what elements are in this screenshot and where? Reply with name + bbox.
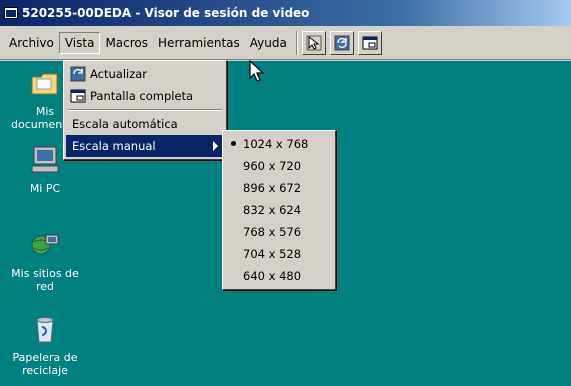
menu-item-label: Pantalla completa (90, 89, 194, 103)
scale-option-label: 896 x 672 (243, 181, 302, 195)
refresh-icon (70, 66, 86, 82)
scale-option-640x480[interactable]: 640 x 480 (225, 265, 333, 287)
scale-option-896x672[interactable]: 896 x 672 (225, 177, 333, 199)
fullscreen-icon (362, 36, 378, 49)
menu-herramientas[interactable]: Herramientas (153, 33, 245, 53)
desktop-icon-papelera[interactable]: Papelera de reciclaje (8, 313, 82, 377)
scale-option-label: 704 x 528 (243, 247, 302, 261)
escala-manual-submenu: 1024 x 768 960 x 720 896 x 672 832 x 624… (222, 130, 336, 290)
align-mouse-button[interactable] (301, 30, 326, 55)
desktop-icon-label: Mis sitios de red (11, 267, 79, 293)
menu-separator (68, 109, 222, 111)
menu-item-escala-automatica[interactable]: Escala automática (66, 113, 224, 135)
computer-icon (31, 146, 59, 173)
scale-option-704x528[interactable]: 704 x 528 (225, 243, 333, 265)
desktop-icon-mis-sitios-de-red[interactable]: Mis sitios de red (8, 229, 82, 293)
network-icon (31, 234, 59, 255)
app-window-icon (4, 7, 18, 19)
scale-option-960x720[interactable]: 960 x 720 (225, 155, 333, 177)
desktop-icon-label: Mi PC (29, 182, 61, 195)
recycle-bin-icon (36, 317, 54, 343)
menu-item-label: Escala manual (72, 139, 156, 153)
refresh-icon (334, 35, 350, 50)
scale-option-1024x768[interactable]: 1024 x 768 (225, 133, 333, 155)
mouse-pointer-icon (249, 60, 265, 82)
menu-item-pantalla-completa[interactable]: Pantalla completa (66, 85, 224, 107)
scale-option-768x576[interactable]: 768 x 576 (225, 221, 333, 243)
menu-item-escala-manual[interactable]: Escala manual (66, 135, 224, 157)
scale-option-label: 640 x 480 (243, 269, 302, 283)
desktop-icon-label: Papelera de reciclaje (12, 351, 78, 377)
menu-ayuda[interactable]: Ayuda (245, 33, 292, 53)
window-title: 520255-00DEDA - Visor de sesión de video (22, 6, 310, 20)
align-mouse-icon (306, 35, 322, 50)
submenu-arrow-icon (213, 141, 218, 151)
fullscreen-button[interactable] (357, 30, 382, 55)
selected-bullet-icon (231, 141, 236, 146)
vista-dropdown-menu: Actualizar Pantalla completa Escala auto… (63, 60, 227, 160)
scale-option-832x624[interactable]: 832 x 624 (225, 199, 333, 221)
fullscreen-icon (70, 89, 86, 103)
menu-archivo[interactable]: Archivo (4, 33, 59, 53)
menu-macros[interactable]: Macros (100, 33, 153, 53)
scale-option-label: 1024 x 768 (243, 137, 309, 151)
folder-icon (31, 73, 58, 95)
menu-item-label: Actualizar (90, 67, 148, 81)
scale-option-label: 832 x 624 (243, 203, 302, 217)
menu-item-actualizar[interactable]: Actualizar (66, 63, 224, 85)
menu-vista[interactable]: Vista (58, 31, 101, 54)
menu-item-label: Escala automática (72, 117, 178, 131)
scale-option-label: 960 x 720 (243, 159, 302, 173)
scale-option-label: 768 x 576 (243, 225, 302, 239)
title-bar: 520255-00DEDA - Visor de sesión de video (0, 0, 571, 26)
refresh-button[interactable] (329, 30, 354, 55)
menu-bar: Archivo Vista Macros Herramientas Ayuda (0, 26, 571, 60)
toolbar-separator (295, 30, 298, 55)
